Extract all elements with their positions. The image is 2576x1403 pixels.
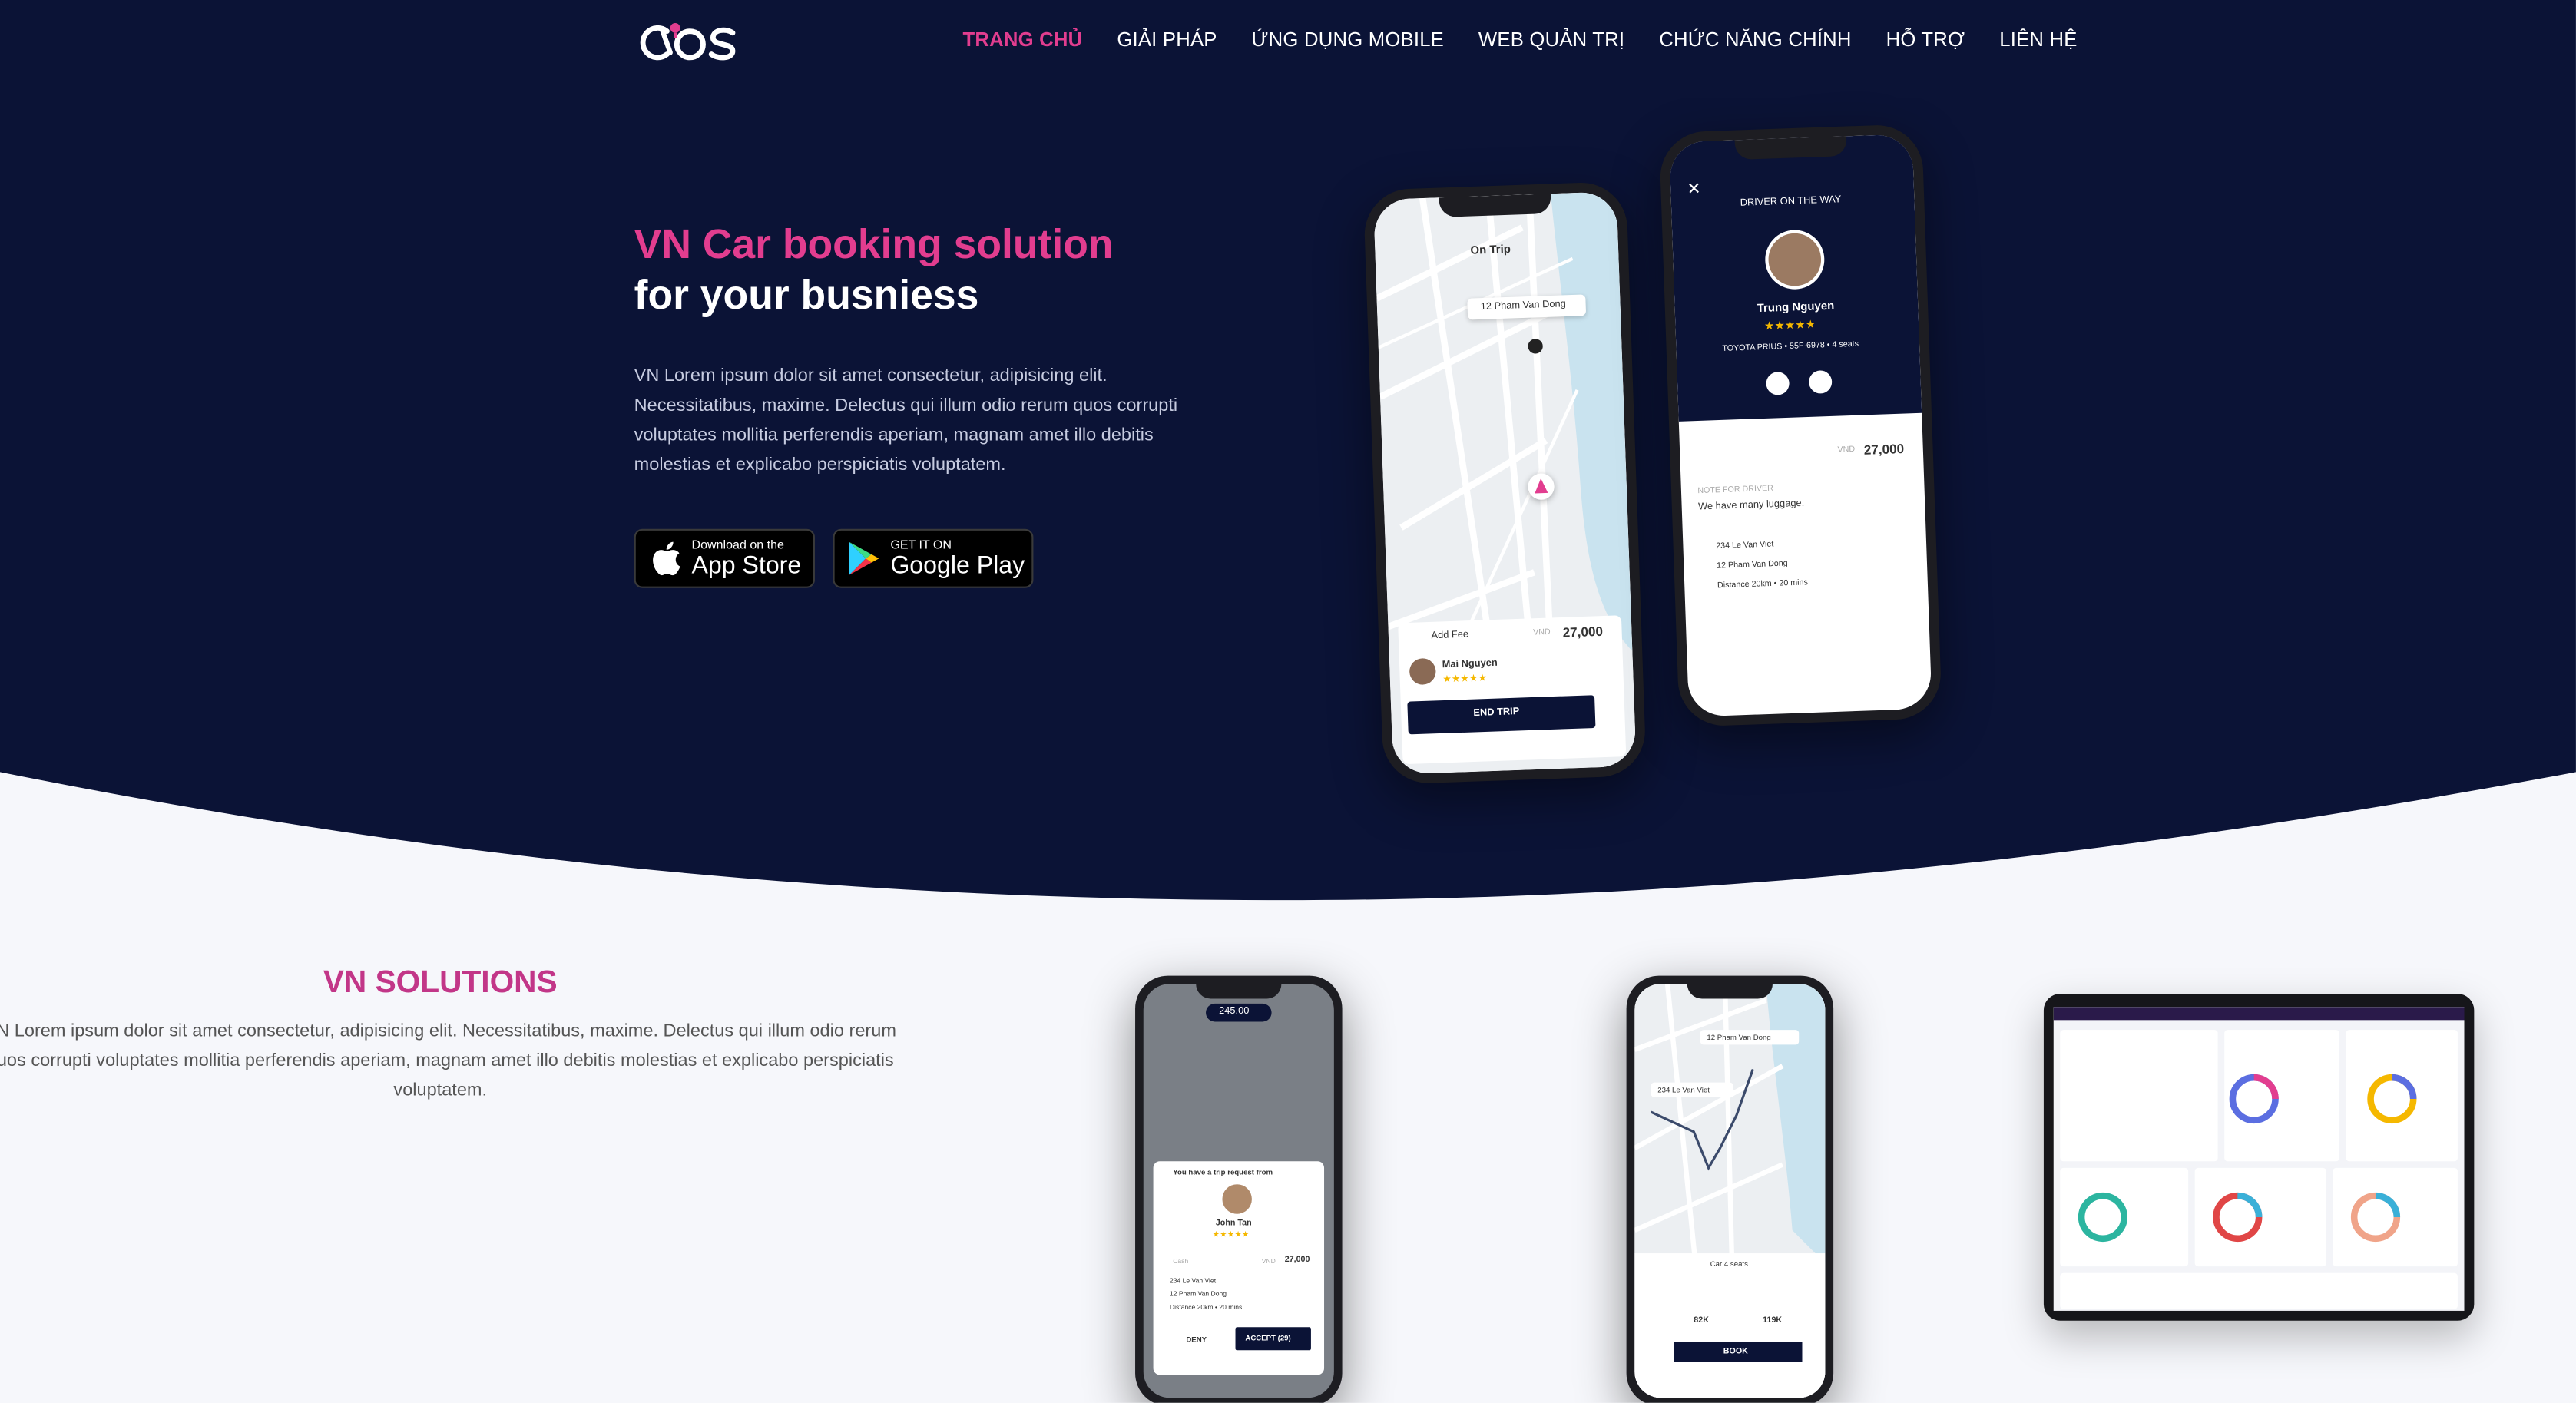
solutions-title: VN SOLUTIONS — [323, 965, 558, 1001]
apple-icon — [653, 541, 680, 576]
hero-description: VN Lorem ipsum dolor sit amet consectetu… — [634, 366, 1178, 475]
cbs-logo[interactable] — [634, 16, 750, 65]
origin-chip: 234 Le Van Viet — [1651, 1082, 1733, 1097]
accept-label: ACCEPT (29) — [1245, 1333, 1291, 1342]
google-play-text: GET IT ON Google Play — [890, 539, 1025, 577]
fare-amount: 27,000 — [1284, 1255, 1310, 1266]
fare-currency: VND — [1261, 1256, 1276, 1266]
earnings-badge: 245.00 — [1206, 1003, 1272, 1022]
trip-panel: Add Fee VND 27,000 Mai Nguyen ★★★★★ END … — [1398, 615, 1627, 765]
app-store-button[interactable]: Download on the App Store — [634, 528, 815, 588]
accept-button[interactable]: ACCEPT (29) — [1235, 1327, 1311, 1351]
fare-option-2: 119K — [1763, 1315, 1783, 1326]
google-play-big: Google Play — [890, 551, 1025, 580]
google-play-button[interactable]: GET IT ON Google Play — [833, 528, 1034, 588]
driver-name: Mai Nguyen — [1442, 659, 1498, 671]
nav-features[interactable]: CHỨC NĂNG CHÍNH — [1659, 28, 1851, 51]
payment-method: Cash — [1173, 1256, 1189, 1266]
phone-request-screen: 245.00 You have a trip request from John… — [1143, 984, 1334, 1398]
hero-background — [0, 0, 2576, 901]
fare-amount: 27,000 — [1562, 624, 1604, 640]
phone-driver-on-way: ✕ DRIVER ON THE WAY Trung Nguyen ★★★★★ T… — [1658, 124, 1942, 727]
notch — [1687, 984, 1773, 999]
rider-name: John Tan — [1215, 1219, 1252, 1229]
google-play-small: GET IT ON — [890, 537, 952, 553]
fare-currency: VND — [1532, 627, 1551, 638]
stop-3: Distance 20km • 20 mins — [1169, 1302, 1243, 1311]
phone-booking-screen: 12 Pham Van Dong 234 Le Van Viet Car 4 s… — [1634, 984, 1826, 1398]
note-label: NOTE FOR DRIVER — [1697, 484, 1774, 497]
page: TRANG CHỦ GIẢI PHÁP ỨNG DỤNG MOBILE WEB … — [0, 0, 2576, 1403]
fare-option-1: 82K — [1694, 1315, 1709, 1326]
nav-contact[interactable]: LIÊN HỆ — [1999, 28, 2077, 51]
origin-text: 234 Le Van Viet — [1657, 1084, 1710, 1094]
request-card: You have a trip request from John Tan ★★… — [1153, 1161, 1325, 1375]
admin-dashboard-screen — [2053, 1007, 2465, 1311]
phone-trip-request: 245.00 You have a trip request from John… — [1135, 975, 1343, 1403]
earnings-value: 245.00 — [1219, 1007, 1250, 1018]
rider-avatar — [1222, 1184, 1252, 1214]
hero-title: VN Car booking solution for your busnies… — [634, 220, 1114, 323]
phone-on-trip: On Trip 12 Pham Van Dong Add Fee VND 27,… — [1362, 180, 1647, 785]
phone-on-trip-screen: On Trip 12 Pham Van Dong Add Fee VND 27,… — [1373, 191, 1637, 775]
notch — [1439, 194, 1551, 217]
trip-status: On Trip — [1470, 244, 1511, 258]
admin-dashboard-tablet — [2043, 994, 2475, 1321]
deny-button[interactable]: DENY — [1186, 1335, 1207, 1344]
google-play-icon — [849, 541, 879, 575]
solutions-description: VN Lorem ipsum dolor sit amet consectetu… — [0, 1021, 896, 1101]
app-store-small: Download on the — [691, 537, 784, 553]
main-nav: TRANG CHỦ GIẢI PHÁP ỨNG DỤNG MOBILE WEB … — [962, 28, 2111, 51]
stop-2: 12 Pham Van Dong — [1169, 1289, 1227, 1298]
nav-web-admin[interactable]: WEB QUẢN TRỊ — [1478, 28, 1624, 51]
nav-mobile-app[interactable]: ỨNG DỤNG MOBILE — [1252, 28, 1444, 51]
nav-home[interactable]: TRANG CHỦ — [962, 28, 1082, 51]
stop-1: 234 Le Van Viet — [1716, 539, 1774, 552]
destination-chip: 12 Pham Van Dong — [1700, 1030, 1800, 1045]
stop-3: Distance 20km • 20 mins — [1717, 577, 1809, 591]
nav-support[interactable]: HỖ TRỢ — [1886, 28, 1965, 51]
stop-1: 234 Le Van Viet — [1169, 1276, 1217, 1285]
car-type: Car 4 seats — [1710, 1259, 1748, 1269]
close-icon[interactable]: ✕ — [1687, 180, 1701, 199]
phone-driver-screen: ✕ DRIVER ON THE WAY Trung Nguyen ★★★★★ T… — [1669, 134, 1932, 717]
hero-title-line1: VN Car booking solution — [634, 221, 1114, 268]
booking-panel: Car 4 seats 82K 119K BOOK — [1634, 1253, 1826, 1398]
fare-currency: VND — [1837, 445, 1856, 455]
driver-stars: ★★★★★ — [1763, 319, 1816, 333]
dashboard-donuts — [2078, 1074, 2417, 1243]
driver-avatar — [1409, 657, 1437, 686]
book-button[interactable]: BOOK — [1674, 1342, 1803, 1362]
destination-text: 12 Pham Van Dong — [1707, 1032, 1771, 1041]
fare-amount: 27,000 — [1863, 441, 1905, 458]
notch — [1734, 136, 1847, 160]
app-store-big: App Store — [691, 551, 802, 580]
address-chip: 12 Pham Van Dong — [1467, 294, 1587, 320]
note-text: We have many luggage. — [1697, 499, 1805, 513]
app-store-text: Download on the App Store — [692, 539, 802, 577]
stop-2: 12 Pham Van Dong — [1716, 558, 1788, 572]
end-trip-button[interactable]: END TRIP — [1407, 695, 1596, 735]
phone-booking: 12 Pham Van Dong 234 Le Van Viet Car 4 s… — [1626, 975, 1834, 1403]
notch — [1196, 984, 1282, 999]
book-label: BOOK — [1723, 1346, 1748, 1357]
hero-title-line2: for your busniess — [634, 273, 979, 319]
driver-stars: ★★★★★ — [1442, 673, 1488, 686]
request-title: You have a trip request from — [1173, 1167, 1273, 1176]
rider-stars: ★★★★★ — [1212, 1230, 1250, 1240]
nav-solutions[interactable]: GIẢI PHÁP — [1117, 28, 1217, 51]
address-text: 12 Pham Van Dong — [1480, 299, 1567, 313]
add-fee-label[interactable]: Add Fee — [1431, 630, 1468, 642]
end-trip-label: END TRIP — [1473, 707, 1520, 720]
